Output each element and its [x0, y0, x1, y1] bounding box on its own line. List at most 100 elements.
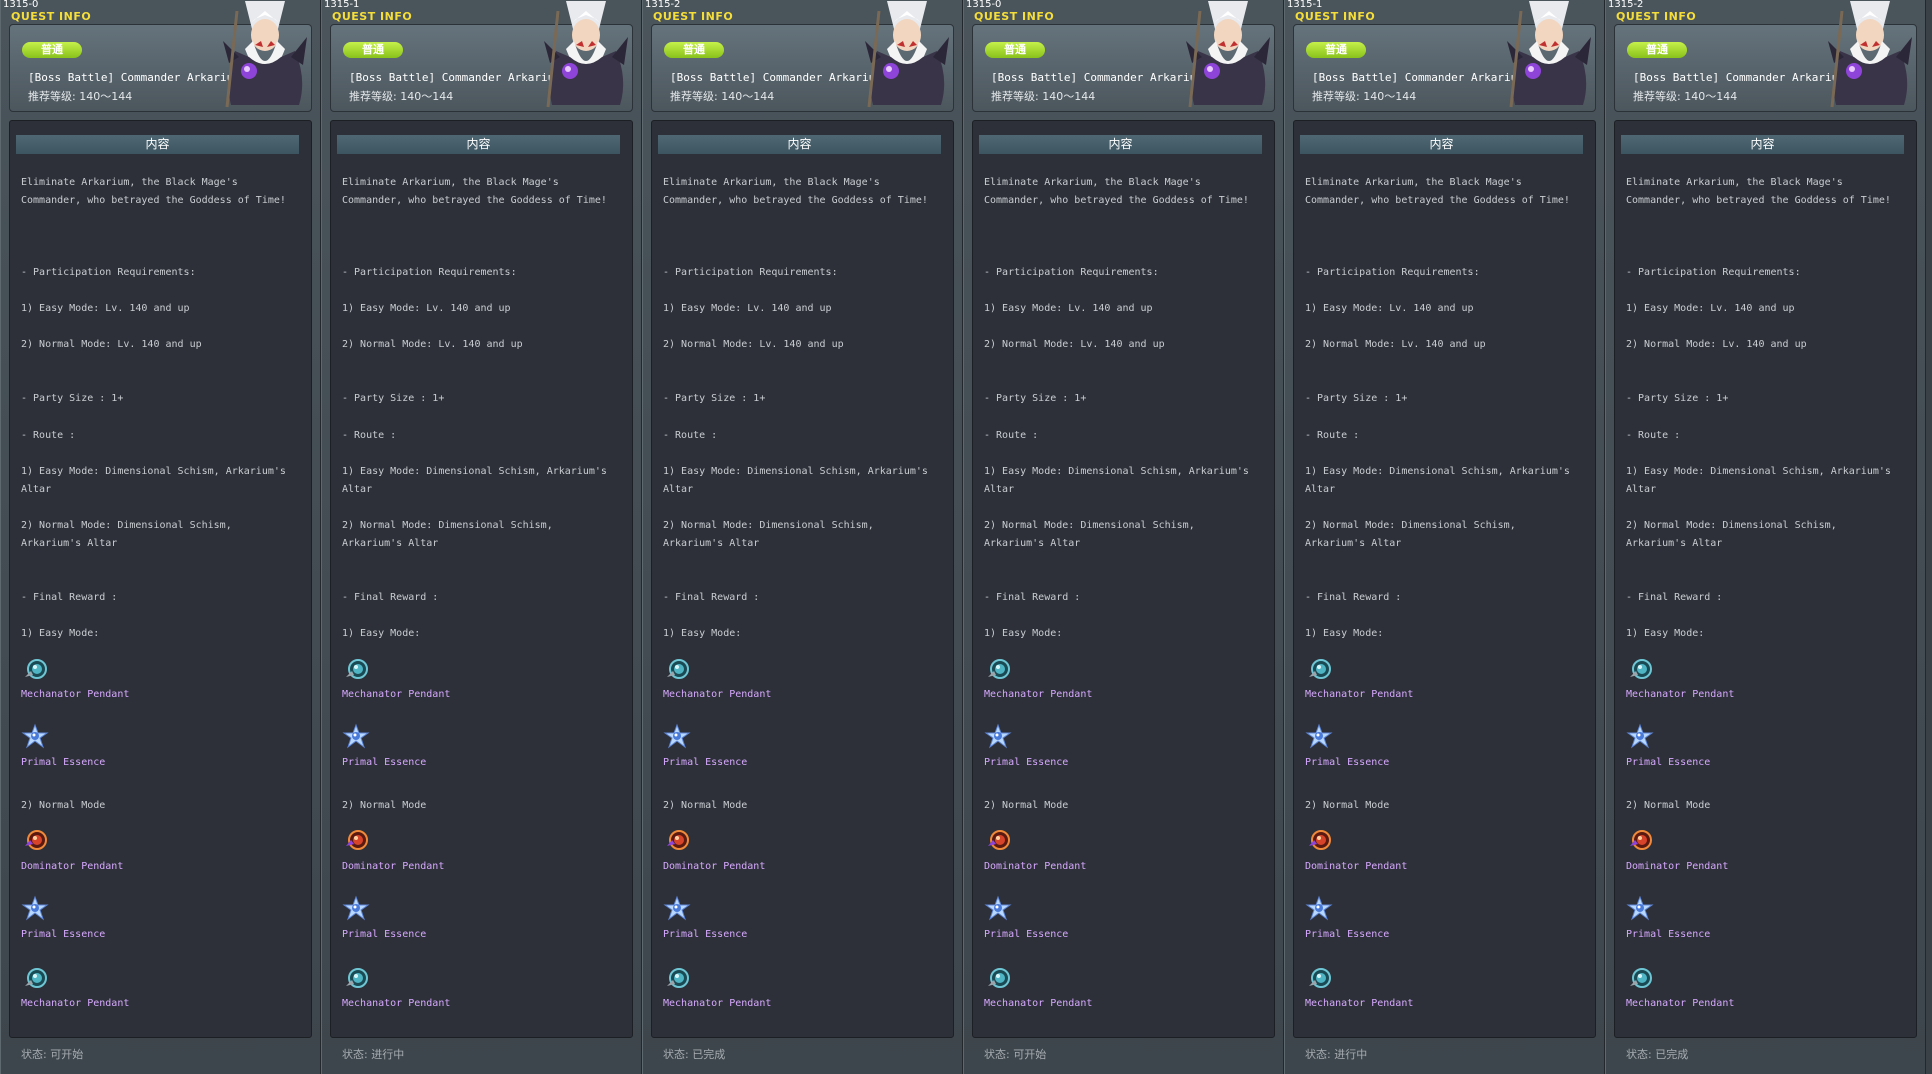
- mechanator-pendant-icon[interactable]: [21, 964, 49, 992]
- quest-description-line: - Final Reward :: [1626, 592, 1723, 603]
- quest-description-line: 1) Easy Mode:: [1626, 628, 1705, 639]
- mechanator-pendant-icon[interactable]: [1305, 655, 1333, 683]
- quest-description-line: - Final Reward :: [663, 592, 760, 603]
- quest-name: [Boss Battle] Commander Arkarium: [991, 71, 1203, 84]
- arkarium-portrait-icon: [223, 1, 307, 108]
- reward-item-name[interactable]: Mechanator Pendant: [1305, 997, 1413, 1011]
- reward-item-name[interactable]: Mechanator Pendant: [21, 688, 129, 702]
- dominator-pendant-icon[interactable]: [663, 826, 691, 854]
- quest-description-line: 2) Normal Mode: Dimensional Schism,: [1305, 520, 1516, 531]
- quest-header: 普通 [Boss Battle] Commander Arkarium 推荐等级…: [651, 1, 954, 112]
- reward-item-name[interactable]: Dominator Pendant: [663, 860, 765, 874]
- quest-description-line: 2) Normal Mode: Dimensional Schism,: [984, 520, 1195, 531]
- mechanator-pendant-icon[interactable]: [342, 655, 370, 683]
- quest-description-line: 2) Normal Mode: [663, 800, 748, 811]
- quest-name: [Boss Battle] Commander Arkarium: [670, 71, 882, 84]
- quest-description-line: 1) Easy Mode: Dimensional Schism, Arkari…: [984, 466, 1249, 477]
- reward-item-name[interactable]: Dominator Pendant: [1305, 860, 1407, 874]
- primal-essence-icon[interactable]: [1626, 895, 1654, 923]
- mechanator-pendant-icon[interactable]: [1626, 964, 1654, 992]
- mechanator-pendant-icon[interactable]: [663, 964, 691, 992]
- quest-description-line: 2) Normal Mode: Dimensional Schism,: [21, 520, 232, 531]
- quest-description-line: 1) Easy Mode: Dimensional Schism, Arkari…: [342, 466, 607, 477]
- quest-description-line: Commander, who betrayed the Goddess of T…: [663, 195, 928, 206]
- quest-description-line: - Participation Requirements:: [1626, 267, 1801, 278]
- primal-essence-icon[interactable]: [984, 723, 1012, 751]
- dominator-pendant-icon[interactable]: [342, 826, 370, 854]
- reward-item-name[interactable]: Primal Essence: [1626, 928, 1710, 942]
- reward-item-name[interactable]: Primal Essence: [1305, 756, 1389, 770]
- quest-content: 内容: [9, 120, 312, 1038]
- reward-item-name[interactable]: Primal Essence: [342, 756, 426, 770]
- reward-item-name[interactable]: Primal Essence: [663, 928, 747, 942]
- primal-essence-icon[interactable]: [21, 895, 49, 923]
- reward-item-name[interactable]: Dominator Pendant: [1626, 860, 1728, 874]
- quest-status: 状态: 进行中: [1305, 1048, 1368, 1061]
- reward-item-name[interactable]: Mechanator Pendant: [1305, 688, 1413, 702]
- quest-description-line: 2) Normal Mode: Dimensional Schism,: [342, 520, 553, 531]
- mechanator-pendant-icon[interactable]: [663, 655, 691, 683]
- dominator-pendant-icon[interactable]: [1626, 826, 1654, 854]
- reward-item-name[interactable]: Mechanator Pendant: [1626, 688, 1734, 702]
- mechanator-pendant-icon[interactable]: [1305, 964, 1333, 992]
- primal-essence-icon[interactable]: [1305, 723, 1333, 751]
- mechanator-pendant-icon[interactable]: [984, 655, 1012, 683]
- mechanator-pendant-icon[interactable]: [342, 964, 370, 992]
- reward-item-name[interactable]: Mechanator Pendant: [663, 688, 771, 702]
- quest-header: 普通 [Boss Battle] Commander Arkarium 推荐等级…: [330, 1, 633, 112]
- quest-description-line: - Party Size : 1+: [1626, 393, 1729, 404]
- reward-item-name[interactable]: Primal Essence: [984, 756, 1068, 770]
- reward-item-name[interactable]: Mechanator Pendant: [1626, 997, 1734, 1011]
- reward-item-name[interactable]: Dominator Pendant: [21, 860, 123, 874]
- quest-description-line: - Route :: [21, 430, 76, 441]
- primal-essence-icon[interactable]: [663, 723, 691, 751]
- primal-essence-icon[interactable]: [342, 895, 370, 923]
- dominator-pendant-icon[interactable]: [984, 826, 1012, 854]
- quest-description-line: Altar: [1305, 484, 1336, 495]
- reward-item-name[interactable]: Mechanator Pendant: [984, 688, 1092, 702]
- quest-info-panel-2: 1315-1 QUEST INFO 普通 [Boss Battle] Comma…: [321, 0, 642, 1074]
- arkarium-portrait-icon: [865, 1, 949, 108]
- mechanator-pendant-icon[interactable]: [21, 655, 49, 683]
- quest-description-line: 2) Normal Mode: Dimensional Schism,: [663, 520, 874, 531]
- quest-header: 普通 [Boss Battle] Commander Arkarium 推荐等级…: [1293, 1, 1596, 112]
- quest-description-line: - Participation Requirements:: [1305, 267, 1480, 278]
- mechanator-pendant-icon[interactable]: [984, 964, 1012, 992]
- reward-item-name[interactable]: Primal Essence: [663, 756, 747, 770]
- reward-item-name[interactable]: Mechanator Pendant: [342, 997, 450, 1011]
- reward-item-name[interactable]: Primal Essence: [342, 928, 426, 942]
- reward-item-name[interactable]: Primal Essence: [984, 928, 1068, 942]
- reward-item-name[interactable]: Primal Essence: [1305, 928, 1389, 942]
- quest-status: 状态: 已完成: [663, 1048, 726, 1061]
- quest-description-line: Altar: [984, 484, 1015, 495]
- dominator-pendant-icon[interactable]: [1305, 826, 1333, 854]
- reward-item-name[interactable]: Primal Essence: [21, 928, 105, 942]
- reward-item-name[interactable]: Mechanator Pendant: [663, 997, 771, 1011]
- dominator-pendant-icon[interactable]: [21, 826, 49, 854]
- reward-item-name[interactable]: Primal Essence: [21, 756, 105, 770]
- primal-essence-icon[interactable]: [1305, 895, 1333, 923]
- primal-essence-icon[interactable]: [342, 723, 370, 751]
- quest-description-line: - Party Size : 1+: [663, 393, 766, 404]
- quest-level: 推荐等级: 140～144: [991, 90, 1096, 103]
- primal-essence-icon[interactable]: [21, 723, 49, 751]
- mechanator-pendant-icon[interactable]: [1626, 655, 1654, 683]
- quest-description-line: - Route :: [342, 430, 397, 441]
- quest-description-line: 2) Normal Mode: [1626, 800, 1711, 811]
- reward-item-name[interactable]: Dominator Pendant: [342, 860, 444, 874]
- quest-description-line: Commander, who betrayed the Goddess of T…: [984, 195, 1249, 206]
- primal-essence-icon[interactable]: [1626, 723, 1654, 751]
- reward-item-name[interactable]: Mechanator Pendant: [342, 688, 450, 702]
- primal-essence-icon[interactable]: [984, 895, 1012, 923]
- difficulty-badge: 普通: [22, 42, 82, 58]
- quest-info-panel-1: 1315-0 QUEST INFO 普通 [Boss Battle] Comma…: [0, 0, 321, 1074]
- panel-id-label: 1315-1: [324, 0, 360, 10]
- reward-item-name[interactable]: Dominator Pendant: [984, 860, 1086, 874]
- quest-description-line: Eliminate Arkarium, the Black Mage's: [342, 177, 559, 188]
- reward-item-name[interactable]: Mechanator Pendant: [21, 997, 129, 1011]
- reward-item-name[interactable]: Mechanator Pendant: [984, 997, 1092, 1011]
- primal-essence-icon[interactable]: [663, 895, 691, 923]
- reward-item-name[interactable]: Primal Essence: [1626, 756, 1710, 770]
- quest-description-line: Altar: [1626, 484, 1657, 495]
- window-title: QUEST INFO: [653, 10, 734, 23]
